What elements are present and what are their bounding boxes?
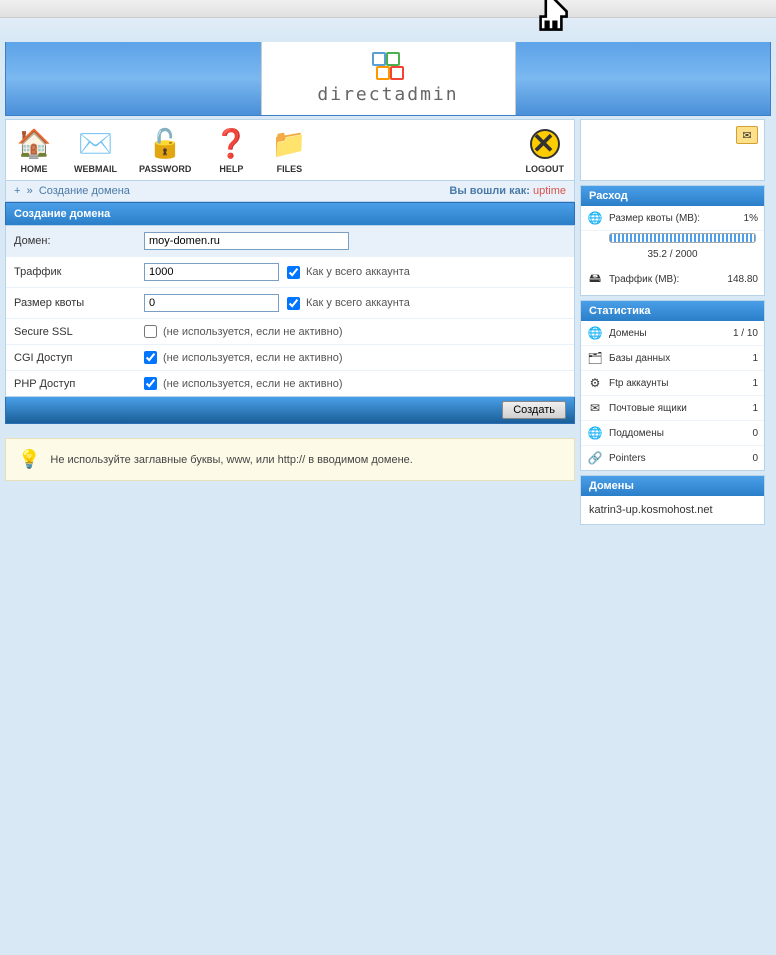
- stats-row[interactable]: 🌐Поддомены0: [581, 421, 764, 446]
- stats-row[interactable]: 🔗Pointers0: [581, 446, 764, 470]
- row-icon: 🌐: [587, 426, 603, 440]
- domain-form: Домен: Траффик Как у всего аккаунта Разм…: [5, 225, 575, 397]
- row-icon: 🔗: [587, 451, 603, 465]
- usage-title: Расход: [581, 186, 764, 206]
- globe-icon: 🌐: [587, 211, 603, 225]
- breadcrumb-plus[interactable]: +: [14, 185, 20, 197]
- domain-input[interactable]: [144, 232, 349, 250]
- logo: directadmin: [261, 42, 516, 115]
- brand-text: directadmin: [317, 84, 458, 105]
- hint-box: 💡 Не используйте заглавные буквы, www, и…: [5, 438, 575, 481]
- quota-label: Размер квоты: [14, 297, 144, 309]
- row-icon: ⚙: [587, 376, 603, 390]
- stats-row[interactable]: 🗂Базы данных1: [581, 346, 764, 371]
- lock-icon: 🔓: [147, 126, 183, 161]
- usage-panel: Расход 🌐 Размер квоты (МВ): 1% 35.2 / 20…: [580, 185, 765, 296]
- toolbar: 🏠 HOME ✉️ WEBMAIL 🔓 PASSWORD ❓ HELP 📁: [5, 119, 575, 181]
- stats-row[interactable]: ✉Почтовые ящики1: [581, 396, 764, 421]
- login-user: uptime: [533, 185, 566, 197]
- ssl-label: Secure SSL: [14, 326, 144, 338]
- breadcrumb-page: Создание домена: [39, 185, 130, 197]
- domain-label: Домен:: [14, 235, 144, 247]
- quota-progress: [609, 233, 756, 243]
- php-checkbox[interactable]: [144, 377, 157, 390]
- quota-text: 35.2 / 2000: [581, 249, 764, 260]
- bulb-icon: 💡: [18, 449, 40, 470]
- traffic-input[interactable]: [144, 263, 279, 281]
- quota-same-checkbox[interactable]: [287, 297, 300, 310]
- home-icon: 🏠: [16, 126, 52, 161]
- stats-panel: Статистика 🌐Домены1 / 10🗂Базы данных1⚙Ft…: [580, 300, 765, 471]
- messages-icon[interactable]: ✉: [736, 126, 758, 144]
- logo-icon: [372, 52, 404, 80]
- stats-row[interactable]: 🌐Домены1 / 10: [581, 321, 764, 346]
- traffic-label: Траффик: [14, 266, 144, 278]
- domains-panel: Домены katrin3-up.kosmohost.net: [580, 475, 765, 525]
- row-icon: 🗂: [587, 351, 603, 365]
- breadcrumb: + » Создание домена Вы вошли как: uptime: [5, 181, 575, 202]
- traffic-same-checkbox[interactable]: [287, 266, 300, 279]
- mail-icon: ✉️: [78, 126, 114, 161]
- logout-button[interactable]: ✕ LOGOUT: [526, 126, 565, 174]
- password-button[interactable]: 🔓 PASSWORD: [139, 126, 191, 174]
- disk-icon: 🖴: [587, 269, 603, 290]
- row-icon: 🌐: [587, 326, 603, 340]
- cgi-label: CGI Доступ: [14, 352, 144, 364]
- header: directadmin: [5, 42, 771, 116]
- login-info: Вы вошли как: uptime: [449, 185, 566, 197]
- stats-title: Статистика: [581, 301, 764, 321]
- webmail-button[interactable]: ✉️ WEBMAIL: [74, 126, 117, 174]
- folder-icon: 📁: [271, 126, 307, 161]
- php-label: PHP Доступ: [14, 378, 144, 390]
- form-title: Создание домена: [5, 202, 575, 225]
- help-icon: ❓: [213, 126, 249, 161]
- create-button[interactable]: Создать: [502, 401, 566, 419]
- hint-text: Не используйте заглавные буквы, www, или…: [50, 454, 412, 466]
- domain-link[interactable]: katrin3-up.kosmohost.net: [581, 496, 764, 524]
- help-button[interactable]: ❓ HELP: [213, 126, 249, 174]
- stats-row[interactable]: ⚙Ftp аккаунты1: [581, 371, 764, 396]
- ssl-checkbox[interactable]: [144, 325, 157, 338]
- cgi-checkbox[interactable]: [144, 351, 157, 364]
- close-icon: ✕: [527, 126, 563, 161]
- quota-input[interactable]: [144, 294, 279, 312]
- row-icon: ✉: [587, 401, 603, 415]
- domains-title: Домены: [581, 476, 764, 496]
- files-button[interactable]: 📁 FILES: [271, 126, 307, 174]
- browser-topbar: [0, 0, 776, 18]
- submit-bar: Создать: [5, 397, 575, 424]
- side-top: ✉: [580, 119, 765, 181]
- home-button[interactable]: 🏠 HOME: [16, 126, 52, 174]
